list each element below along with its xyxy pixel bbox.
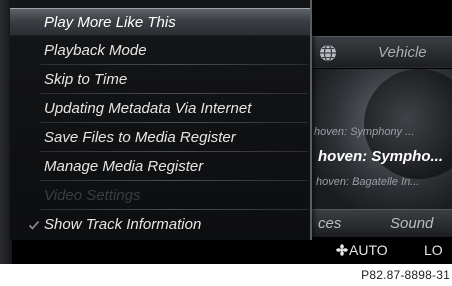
services-button[interactable]: ces bbox=[318, 215, 341, 232]
track-next[interactable]: hoven: Bagatelle In... bbox=[316, 176, 452, 188]
menu-item-label: Playback Mode bbox=[44, 42, 147, 59]
menu-item-skip-to-time[interactable]: Skip to Time bbox=[10, 66, 310, 94]
climate-bar: AUTO LO bbox=[312, 237, 452, 264]
menu-item-label: Skip to Time bbox=[44, 71, 128, 88]
checkmark-icon bbox=[28, 220, 40, 230]
menu-item-show-track-information[interactable]: Show Track Information bbox=[10, 211, 310, 239]
fan-icon bbox=[336, 244, 348, 256]
menu-item-label: Manage Media Register bbox=[44, 158, 204, 175]
menu-item-label: Show Track Information bbox=[44, 216, 202, 233]
climate-level-label[interactable]: LO bbox=[424, 242, 443, 258]
menu-item-play-more-like-this[interactable]: Play More Like This bbox=[10, 8, 310, 36]
menu-item-manage-media-register[interactable]: Manage Media Register bbox=[10, 153, 310, 181]
menu-item-save-files[interactable]: Save Files to Media Register bbox=[10, 124, 310, 152]
album-cover bbox=[312, 69, 452, 209]
climate-auto-label[interactable]: AUTO bbox=[349, 242, 388, 258]
figure-caption: P82.87-8898-31 bbox=[361, 268, 450, 282]
menu-item-label: Play More Like This bbox=[44, 14, 176, 31]
source-bar: Vehicle bbox=[312, 36, 452, 68]
source-vehicle-label[interactable]: Vehicle bbox=[378, 44, 427, 61]
menu-item-video-settings: Video Settings bbox=[10, 182, 310, 210]
sound-button[interactable]: Sound bbox=[390, 215, 433, 232]
menu-item-playback-mode[interactable]: Playback Mode bbox=[10, 37, 310, 65]
menu-item-label: Updating Metadata Via Internet bbox=[44, 100, 252, 117]
player-bottom-bar: ces Sound bbox=[312, 209, 452, 237]
track-previous[interactable]: hoven: Symphony ... bbox=[314, 126, 452, 138]
media-screen: Vehicle hoven: Symphony ... hoven: Symph… bbox=[0, 0, 452, 264]
track-current[interactable]: hoven: Sympho... bbox=[318, 148, 452, 165]
globe-icon[interactable] bbox=[318, 43, 338, 63]
menu-item-label: Video Settings bbox=[44, 187, 141, 204]
menu-item-updating-metadata[interactable]: Updating Metadata Via Internet bbox=[10, 95, 310, 123]
options-menu: Play More Like This Playback Mode Skip t… bbox=[10, 0, 312, 240]
menu-item-label: Save Files to Media Register bbox=[44, 129, 236, 146]
